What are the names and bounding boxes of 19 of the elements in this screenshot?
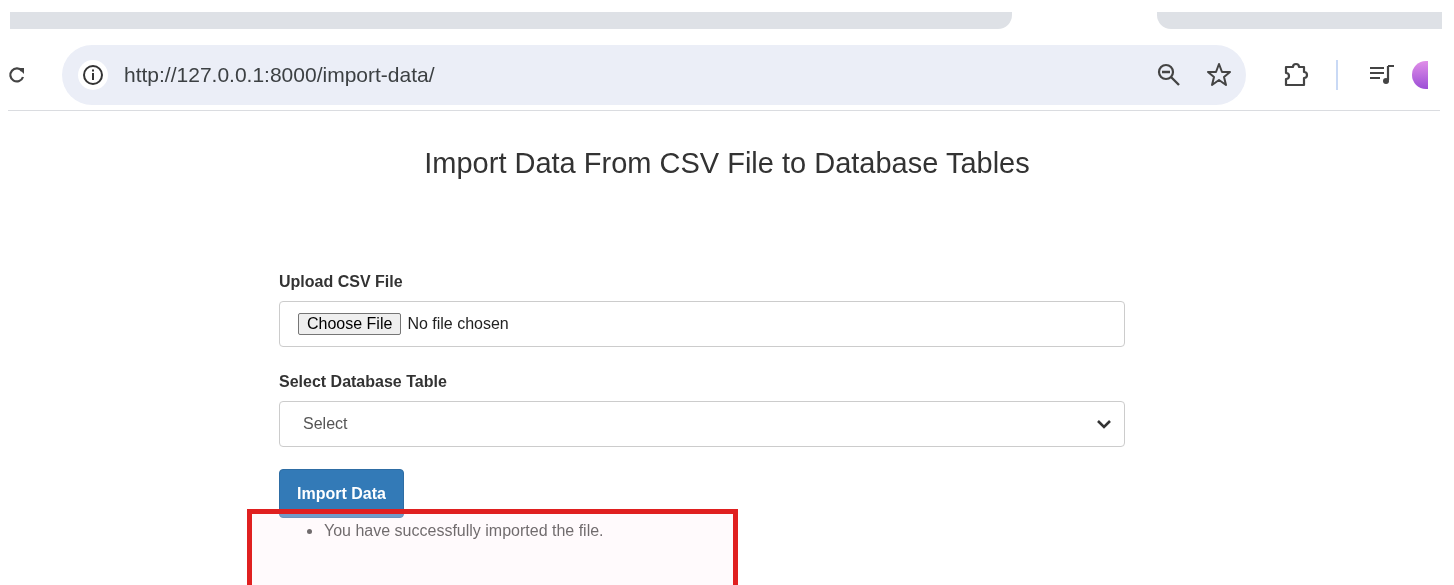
url-text: http://127.0.0.1:8000/import-data/ [124, 63, 436, 87]
puzzle-icon[interactable] [1282, 61, 1310, 89]
chevron-down-icon [1096, 418, 1112, 430]
table-dropdown[interactable]: Select [279, 401, 1125, 447]
reload-icon[interactable] [8, 66, 26, 84]
upload-label: Upload CSV File [279, 273, 404, 291]
profile-avatar[interactable] [1412, 61, 1428, 89]
page-title: Import Data From CSV File to Database Tables [423, 146, 1031, 181]
table-label: Select Database Table [279, 373, 448, 391]
file-status: No file chosen [407, 315, 509, 333]
bullet-icon [307, 528, 312, 534]
import-button[interactable]: Import Data [279, 469, 404, 518]
file-input[interactable]: Choose File No file chosen [279, 301, 1125, 347]
address-bar[interactable]: http://127.0.0.1:8000/import-data/ [62, 45, 1246, 105]
zoom-out-icon[interactable] [1156, 62, 1182, 88]
success-message: You have successfully imported the file. [324, 522, 604, 540]
info-icon[interactable] [81, 63, 105, 87]
choose-file-button[interactable]: Choose File [298, 313, 402, 335]
star-icon[interactable] [1206, 62, 1232, 88]
